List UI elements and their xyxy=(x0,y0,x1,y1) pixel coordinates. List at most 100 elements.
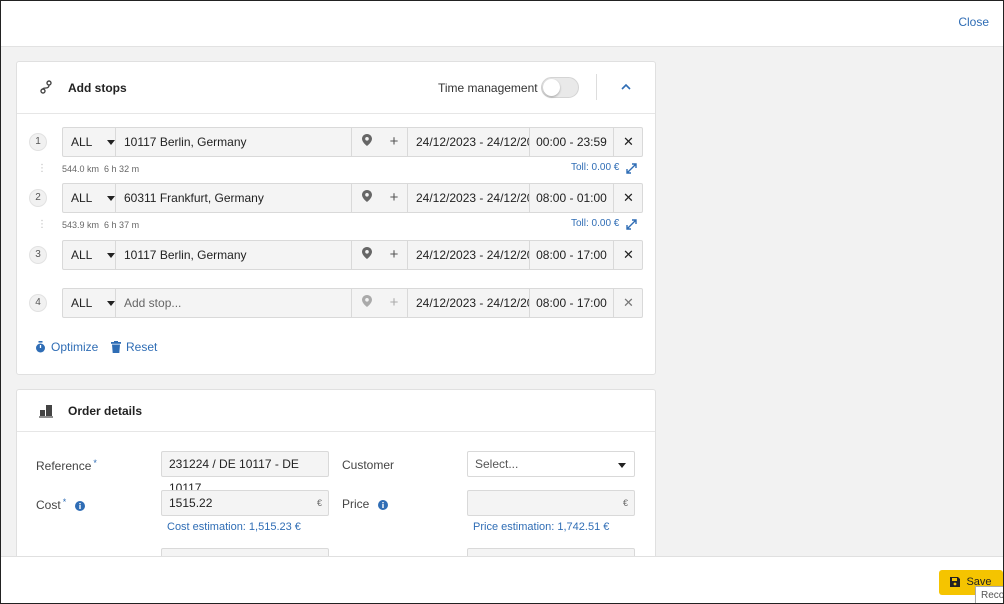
stop-time-range[interactable]: 08:00 - 17:00 xyxy=(529,289,613,317)
stop-row: 1 ALL 10117 Berlin, Germany + 24/12/2023… xyxy=(17,127,657,157)
close-icon: ✕ xyxy=(623,295,634,310)
info-icon[interactable] xyxy=(75,501,86,511)
stops-card-title: Add stops xyxy=(68,81,127,95)
cost-value: 1515.22 xyxy=(169,496,213,510)
time-management-label: Time management xyxy=(438,81,538,95)
toll-link[interactable]: Toll: 0.00 € xyxy=(571,218,619,229)
stop-number: 2 xyxy=(29,189,47,207)
tooltip: Reco xyxy=(975,586,1003,603)
stop-mode-select[interactable]: ALL xyxy=(71,241,115,269)
stop-mode-value: ALL xyxy=(71,248,93,262)
stop-address-input[interactable]: 10117 Berlin, Germany xyxy=(115,241,351,269)
caret-down-icon xyxy=(618,463,626,468)
plus-icon: + xyxy=(389,189,399,206)
order-modal: Close Add stops Time management 1 ALL 10… xyxy=(0,0,1004,604)
reference-input[interactable]: 231224 / DE 10117 - DE 10117 xyxy=(161,451,329,495)
map-pin-button[interactable] xyxy=(351,241,381,269)
cost-label: Cost * xyxy=(36,497,86,512)
cost-input[interactable]: 1515.22 € xyxy=(161,490,329,516)
caret-down-icon xyxy=(107,196,115,201)
map-pin-button[interactable] xyxy=(351,128,381,156)
remove-stop-button[interactable]: ✕ xyxy=(613,241,643,269)
stop-address-input[interactable]: 60311 Frankfurt, Germany xyxy=(115,184,351,212)
map-pin-button[interactable] xyxy=(351,184,381,212)
order-card-title: Order details xyxy=(68,404,143,418)
stop-time-range[interactable]: 08:00 - 17:00 xyxy=(529,241,613,269)
info-icon[interactable] xyxy=(378,500,389,510)
header-divider xyxy=(596,74,597,100)
add-via-button[interactable]: + xyxy=(381,184,407,212)
leg-duration-value: 6 h 37 m xyxy=(104,220,140,230)
toll-link[interactable]: Toll: 0.00 € xyxy=(571,162,619,173)
stop-date-range[interactable]: 24/12/2023 - 24/12/2023 xyxy=(407,128,529,156)
stop-mode-select[interactable]: ALL xyxy=(71,289,115,317)
reset-button[interactable]: Reset xyxy=(111,340,157,354)
trash-icon xyxy=(111,341,121,353)
modal-footer: Save Reco xyxy=(1,556,1003,603)
map-pin-icon xyxy=(361,295,372,307)
stop-mode-select[interactable]: ALL xyxy=(71,184,115,212)
optimize-label: Optimize xyxy=(51,340,99,354)
stop-input-group: ALL 10117 Berlin, Germany + 24/12/2023 -… xyxy=(62,240,643,270)
currency-suffix: € xyxy=(622,498,628,508)
map-pin-icon xyxy=(361,247,372,259)
order-card-header: Order details xyxy=(17,390,655,432)
close-icon: ✕ xyxy=(623,134,634,149)
add-stop-input[interactable]: Add stop... xyxy=(115,289,351,317)
time-management-toggle[interactable] xyxy=(541,77,579,98)
leg-info: ⋮ 543.9 km 6 h 37 m Toll: 0.00 € xyxy=(17,218,657,232)
plus-icon: + xyxy=(389,246,399,263)
stop-number: 3 xyxy=(29,246,47,264)
optimize-button[interactable]: Optimize xyxy=(35,340,98,354)
stop-row: 2 ALL 60311 Frankfurt, Germany + 24/12/2… xyxy=(17,183,657,213)
stops-card: Add stops Time management 1 ALL 10117 Be… xyxy=(16,61,656,375)
stop-address-input[interactable]: 10117 Berlin, Germany xyxy=(115,128,351,156)
stop-input-group: ALL 10117 Berlin, Germany + 24/12/2023 -… xyxy=(62,127,643,157)
stop-mode-value: ALL xyxy=(71,191,93,205)
price-label: Price xyxy=(342,497,389,511)
expand-arrows-icon[interactable] xyxy=(626,163,637,174)
customer-select-value: Select... xyxy=(475,457,519,471)
close-link[interactable]: Close xyxy=(958,15,989,29)
expand-arrows-icon[interactable] xyxy=(626,219,637,230)
chevron-up-icon[interactable] xyxy=(619,80,633,94)
leg-distance: 543.9 km 6 h 37 m xyxy=(62,220,139,230)
add-via-button[interactable]: + xyxy=(381,289,407,317)
stop-mode-value: ALL xyxy=(71,296,93,310)
customer-select[interactable]: Select... xyxy=(467,451,635,477)
stop-date-range[interactable]: 24/12/2023 - 24/12/2023 xyxy=(407,184,529,212)
remove-stop-button[interactable]: ✕ xyxy=(613,289,643,317)
stop-time-range[interactable]: 00:00 - 23:59 xyxy=(529,128,613,156)
leg-distance-value: 544.0 km xyxy=(62,164,100,174)
plus-icon: + xyxy=(389,133,399,150)
leg-connector: ⋮ xyxy=(37,163,47,174)
stopwatch-icon xyxy=(36,341,45,353)
modal-header: Close xyxy=(1,1,1003,47)
route-icon xyxy=(40,80,52,94)
floppy-disk-icon xyxy=(950,577,961,587)
stop-input-group: ALL Add stop... + 24/12/2023 - 24/12/202… xyxy=(62,288,643,318)
currency-suffix: € xyxy=(316,498,322,508)
required-mark: * xyxy=(62,497,67,507)
map-pin-icon xyxy=(361,190,372,202)
required-mark: * xyxy=(93,458,97,468)
price-estimation[interactable]: Price estimation: 1,742.51 € xyxy=(473,521,609,533)
leg-connector: ⋮ xyxy=(37,219,47,230)
stop-date-range[interactable]: 24/12/2023 - 24/12/2023 xyxy=(407,289,529,317)
add-via-button[interactable]: + xyxy=(381,128,407,156)
stop-mode-select[interactable]: ALL xyxy=(71,128,115,156)
leg-distance-value: 543.9 km xyxy=(62,220,100,230)
cost-estimation[interactable]: Cost estimation: 1,515.23 € xyxy=(167,521,301,533)
map-pin-icon xyxy=(361,134,372,146)
stop-time-range[interactable]: 08:00 - 01:00 xyxy=(529,184,613,212)
remove-stop-button[interactable]: ✕ xyxy=(613,128,643,156)
stop-date-range[interactable]: 24/12/2023 - 24/12/2023 xyxy=(407,241,529,269)
add-via-button[interactable]: + xyxy=(381,241,407,269)
new-stop-row: 4 ALL Add stop... + 24/12/2023 - 24/12/2… xyxy=(17,288,657,318)
remove-stop-button[interactable]: ✕ xyxy=(613,184,643,212)
stop-row: 3 ALL 10117 Berlin, Germany + 24/12/2023… xyxy=(17,240,657,270)
map-pin-button[interactable] xyxy=(351,289,381,317)
reset-label: Reset xyxy=(126,340,158,354)
leg-duration-value: 6 h 32 m xyxy=(104,164,140,174)
price-input[interactable]: € xyxy=(467,490,635,516)
